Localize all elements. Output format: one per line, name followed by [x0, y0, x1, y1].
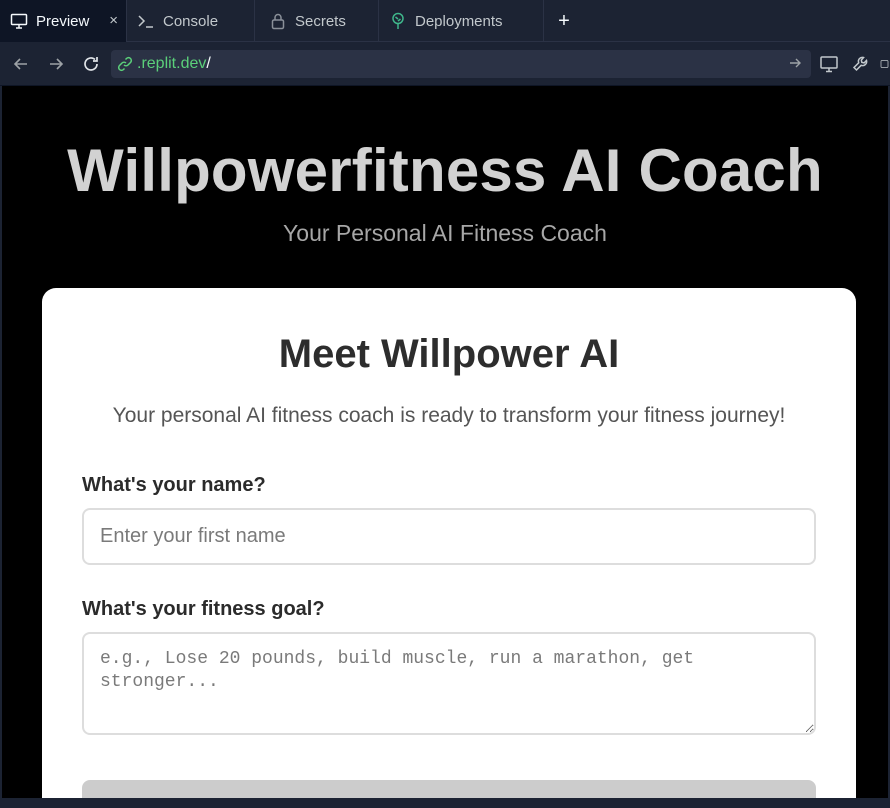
tab-preview[interactable]: Preview × — [0, 0, 127, 43]
wrench-icon[interactable] — [850, 53, 872, 75]
tab-console[interactable]: Console — [127, 0, 255, 42]
tab-label: Secrets — [295, 12, 346, 30]
url-path: / — [206, 55, 211, 72]
onboarding-card: Meet Willpower AI Your personal AI fitne… — [42, 288, 856, 798]
lock-icon — [269, 12, 287, 30]
link-icon — [117, 56, 133, 72]
url-domain: .replit.dev — [137, 55, 207, 72]
back-arrow-icon[interactable] — [10, 53, 32, 75]
tab-bar: Preview × Console Secrets Deployments + — [0, 0, 890, 43]
monitor-icon — [10, 12, 28, 30]
card-description: Your personal AI fitness coach is ready … — [112, 404, 786, 427]
card-title: Meet Willpower AI — [278, 332, 620, 376]
forward-arrow-icon[interactable] — [45, 53, 67, 75]
go-arrow-icon[interactable] — [787, 55, 803, 76]
deploy-icon — [389, 12, 407, 30]
preview-page: Willpowerfitness AI Coach Your Personal … — [2, 86, 888, 798]
goal-textarea[interactable] — [82, 632, 816, 735]
name-input[interactable] — [82, 508, 816, 565]
tab-label: Console — [163, 12, 219, 30]
bottom-frame — [0, 798, 890, 808]
tab-deployments[interactable]: Deployments — [379, 0, 544, 42]
more-tool-icon[interactable] — [880, 53, 890, 75]
close-icon[interactable]: × — [109, 12, 118, 30]
url-field[interactable]: .replit.dev / — [111, 50, 811, 78]
add-tab-button[interactable]: + — [544, 0, 584, 42]
name-label: What's your name? — [82, 474, 266, 496]
page-subtitle: Your Personal AI Fitness Coach — [283, 220, 607, 246]
devtools-monitor-icon[interactable] — [818, 53, 840, 75]
refresh-icon[interactable] — [80, 53, 102, 75]
page-title: Willpowerfitness AI Coach — [67, 137, 823, 204]
submit-button[interactable] — [82, 780, 816, 798]
tab-label: Preview — [36, 12, 90, 30]
tab-label: Deployments — [415, 12, 503, 30]
tab-secrets[interactable]: Secrets — [255, 0, 379, 42]
address-bar: .replit.dev / — [0, 42, 890, 86]
goal-label: What's your fitness goal? — [82, 598, 325, 620]
terminal-icon — [137, 12, 155, 30]
